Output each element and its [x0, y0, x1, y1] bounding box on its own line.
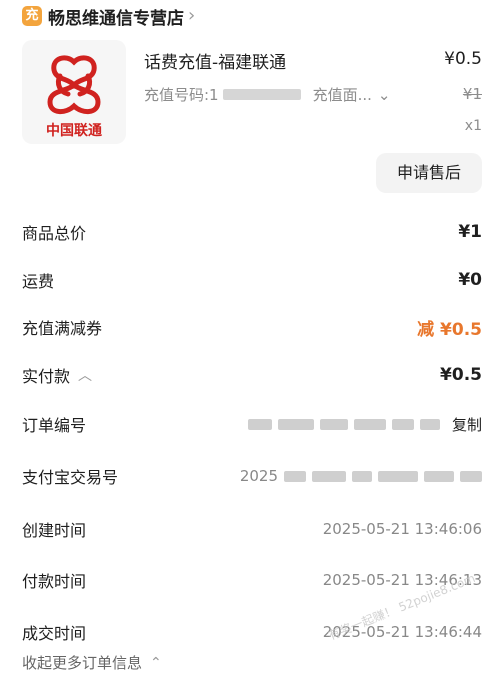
order-number-value: 复制 — [247, 414, 482, 435]
chevron-up-icon[interactable]: ︿ — [78, 365, 92, 385]
shipping-row: 运费 ¥0 — [22, 266, 482, 294]
shop-badge-icon: 充 — [22, 6, 42, 26]
shop-name: 畅思维通信专营店 — [48, 8, 184, 29]
collapse-more-info[interactable]: 收起更多订单信息 ⌃ — [22, 652, 162, 673]
paid-amount-text: 实付款 — [22, 367, 71, 386]
after-sale-button[interactable]: 申请售后 — [376, 153, 482, 193]
product-price: ¥0.5 — [444, 49, 482, 69]
total-price-label: 商品总价 — [22, 224, 87, 243]
china-unicom-logo-icon — [47, 55, 101, 114]
recharge-number-label: 充值号码:1 — [144, 86, 219, 104]
chevron-right-icon: › — [188, 5, 196, 26]
created-time-row: 创建时间 2025-05-21 13:46:06 — [22, 515, 482, 543]
paid-amount-label: 实付款 ︿ — [22, 363, 92, 387]
chevron-down-icon: ⌄ — [377, 85, 391, 104]
coupon-value: 减 ¥0.5 — [417, 319, 482, 340]
total-price-row: 商品总价 ¥1 — [22, 218, 482, 246]
alipay-row: 支付宝交易号 2025 — [22, 462, 482, 490]
chevron-up-icon: ⌃ — [150, 654, 162, 671]
created-time-value: 2025-05-21 13:46:06 — [322, 520, 482, 538]
quantity: x1 — [464, 118, 482, 134]
product-image[interactable]: 中国联通 — [22, 40, 126, 144]
product-sku[interactable]: 充值号码:1 充值面... ⌄ — [144, 84, 391, 105]
shipping-label: 运费 — [22, 272, 55, 291]
face-value-label: 充值面... — [312, 86, 372, 104]
coupon-label: 充值满减券 — [22, 319, 103, 338]
done-time-row: 成交时间 2025-05-21 13:46:44 — [22, 618, 482, 646]
done-time-label: 成交时间 — [22, 624, 87, 643]
alipay-label: 支付宝交易号 — [22, 468, 119, 487]
total-price-value: ¥1 — [458, 222, 482, 242]
created-time-label: 创建时间 — [22, 521, 87, 540]
product-title[interactable]: 话费充值-福建联通 — [144, 48, 286, 73]
paid-amount-value: ¥0.5 — [440, 365, 482, 385]
copy-button[interactable]: 复制 — [452, 414, 482, 435]
alipay-prefix: 2025 — [239, 467, 278, 485]
paid-time-row: 付款时间 2025-05-21 13:46:13 — [22, 566, 482, 594]
paid-amount-row[interactable]: 实付款 ︿ ¥0.5 — [22, 361, 482, 389]
shipping-value: ¥0 — [458, 270, 482, 290]
collapse-more-label: 收起更多订单信息 — [22, 654, 143, 672]
order-number-row: 订单编号 复制 — [22, 410, 482, 438]
alipay-value: 2025 — [240, 467, 482, 485]
coupon-row: 充值满减券 减 ¥0.5 — [22, 313, 482, 341]
paid-time-label: 付款时间 — [22, 572, 87, 591]
original-price: ¥1 — [462, 85, 482, 103]
masked-phone — [222, 89, 301, 100]
order-number-label: 订单编号 — [22, 416, 87, 435]
shop-header[interactable]: 充 畅思维通信专营店 › — [22, 4, 196, 29]
logo-text: 中国联通 — [46, 123, 102, 139]
